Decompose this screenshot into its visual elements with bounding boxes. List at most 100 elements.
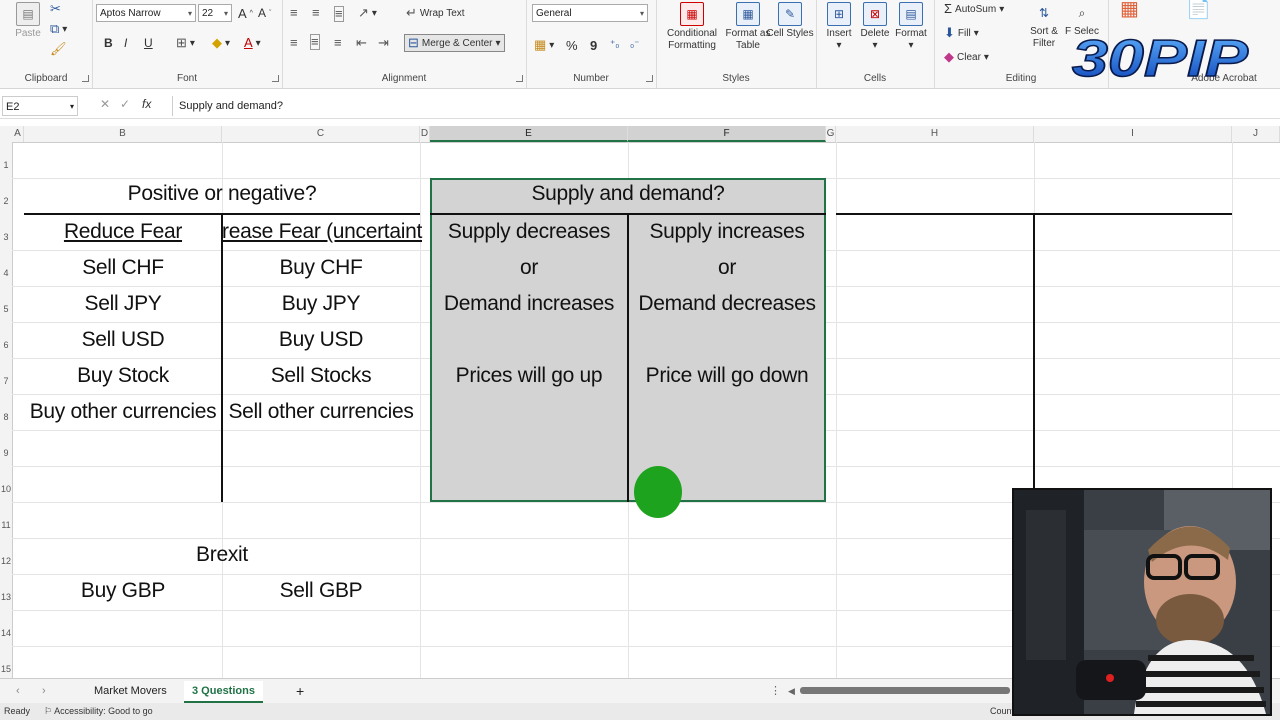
row-header[interactable]: 13 bbox=[0, 592, 12, 602]
clear-button[interactable]: ◆ Clear ▾ bbox=[944, 50, 989, 64]
decrease-decimal-icon[interactable]: ₀⁻ bbox=[630, 38, 639, 52]
cell-c13[interactable]: Sell GBP bbox=[222, 579, 420, 603]
row-header[interactable]: 5 bbox=[0, 304, 12, 314]
conditional-formatting-button[interactable]: ▦ Conditional Formatting bbox=[662, 2, 722, 52]
align-center-icon[interactable]: ≡ bbox=[310, 34, 320, 50]
cell-f5[interactable]: Demand decreases bbox=[628, 292, 826, 316]
cell-e5[interactable]: Demand increases bbox=[430, 292, 628, 316]
name-box[interactable]: E2 ▾ bbox=[2, 96, 78, 116]
italic-button[interactable]: I bbox=[124, 36, 127, 50]
cell-b3-header[interactable]: Reduce Fear bbox=[24, 220, 222, 244]
cell-e2-title[interactable]: Supply and demand? bbox=[430, 182, 826, 206]
cell-b2-title[interactable]: Positive or negative? bbox=[24, 182, 420, 206]
format-button[interactable]: ▤ Format ▾ bbox=[888, 2, 934, 52]
alignment-launcher-icon[interactable] bbox=[516, 75, 523, 82]
tab-3-questions[interactable]: 3 Questions bbox=[184, 681, 263, 703]
row-header[interactable]: 9 bbox=[0, 448, 12, 458]
paste-button[interactable]: ▤ Paste bbox=[2, 2, 54, 40]
tab-market-movers[interactable]: Market Movers bbox=[86, 681, 175, 701]
cell-b8[interactable]: Buy other currencies bbox=[24, 400, 222, 424]
row-header[interactable]: 4 bbox=[0, 268, 12, 278]
borders-icon[interactable]: ⊞ ▾ bbox=[176, 36, 195, 50]
cell-f7[interactable]: Price will go down bbox=[628, 364, 826, 388]
row-header[interactable]: 15 bbox=[0, 664, 12, 674]
add-sheet-button[interactable]: + bbox=[288, 681, 312, 701]
cancel-icon[interactable]: ✕ bbox=[100, 97, 110, 111]
cell-c5[interactable]: Buy JPY bbox=[222, 292, 420, 316]
shrink-font-button[interactable]: Aˇ bbox=[258, 6, 271, 20]
column-header[interactable]: G bbox=[826, 126, 836, 142]
increase-indent-icon[interactable]: ⇥ bbox=[378, 36, 389, 50]
format-painter-icon[interactable]: 🖌 bbox=[50, 42, 67, 56]
cell-b6[interactable]: Sell USD bbox=[24, 328, 222, 352]
row-header[interactable]: 3 bbox=[0, 232, 12, 242]
align-right-icon[interactable]: ≡ bbox=[334, 36, 342, 50]
percent-button[interactable]: % bbox=[566, 38, 578, 53]
cell-b5[interactable]: Sell JPY bbox=[24, 292, 222, 316]
cell-b12-brexit[interactable]: Brexit bbox=[24, 543, 420, 567]
column-header[interactable]: E bbox=[430, 126, 628, 142]
row-header[interactable]: 1 bbox=[0, 160, 12, 170]
align-left-icon[interactable]: ≡ bbox=[290, 36, 298, 50]
clipboard-launcher-icon[interactable] bbox=[82, 75, 89, 82]
cell-c4[interactable]: Buy CHF bbox=[222, 256, 420, 280]
row-header[interactable]: 7 bbox=[0, 376, 12, 386]
tab-scroll-right-icon[interactable]: › bbox=[34, 681, 54, 701]
enter-icon[interactable]: ✓ bbox=[120, 97, 130, 111]
column-header[interactable]: C bbox=[222, 126, 420, 142]
decrease-indent-icon[interactable]: ⇤ bbox=[356, 36, 367, 50]
cell-b4[interactable]: Sell CHF bbox=[24, 256, 222, 280]
column-header[interactable]: F bbox=[628, 126, 826, 142]
tab-scroll-left-icon[interactable]: ‹ bbox=[8, 681, 28, 701]
cell-styles-button[interactable]: ✎ Cell Styles bbox=[766, 2, 814, 40]
cell-c7[interactable]: Sell Stocks bbox=[222, 364, 420, 388]
row-header[interactable]: 11 bbox=[0, 520, 12, 530]
cell-f4[interactable]: or bbox=[628, 256, 826, 280]
grow-font-button[interactable]: A ^ bbox=[238, 6, 253, 21]
cell-e4[interactable]: or bbox=[430, 256, 628, 280]
align-middle-icon[interactable]: ≡ bbox=[312, 6, 320, 20]
row-header[interactable]: 14 bbox=[0, 628, 12, 638]
underline-button[interactable]: U bbox=[144, 36, 153, 50]
number-format-select[interactable]: General ▾ bbox=[532, 4, 648, 22]
row-header[interactable]: 6 bbox=[0, 340, 12, 350]
font-family-select[interactable]: Aptos Narrow ▾ bbox=[96, 4, 196, 22]
align-top-icon[interactable]: ≡ bbox=[290, 6, 298, 20]
increase-decimal-icon[interactable]: ⁺₀ bbox=[610, 38, 619, 52]
align-bottom-icon[interactable]: ≡ bbox=[334, 6, 344, 22]
row-header[interactable]: 12 bbox=[0, 556, 12, 566]
cell-b13[interactable]: Buy GBP bbox=[24, 579, 222, 603]
font-size-select[interactable]: 22 ▾ bbox=[198, 4, 232, 22]
autosum-button[interactable]: Σ AutoSum ▾ bbox=[944, 2, 1004, 16]
currency-icon[interactable]: ▦ ▾ bbox=[534, 38, 554, 52]
copy-icon[interactable]: ⧉ ▾ bbox=[50, 22, 67, 36]
comma-button[interactable]: 9 bbox=[590, 38, 597, 53]
fill-button[interactable]: ⬇ Fill ▾ bbox=[944, 26, 979, 40]
column-header[interactable]: I bbox=[1034, 126, 1232, 142]
column-header[interactable]: J bbox=[1232, 126, 1280, 142]
accessibility-status[interactable]: ⚐ Accessibility: Good to go bbox=[44, 703, 153, 720]
cell-c3-header[interactable]: rease Fear (uncertaint bbox=[222, 220, 430, 244]
column-header[interactable]: B bbox=[24, 126, 222, 142]
cell-c8[interactable]: Sell other currencies bbox=[222, 400, 420, 424]
cell-b7[interactable]: Buy Stock bbox=[24, 364, 222, 388]
orientation-icon[interactable]: ↗ ▾ bbox=[358, 6, 377, 20]
fill-color-icon[interactable]: ◆ ▾ bbox=[212, 36, 230, 50]
row-header[interactable]: 8 bbox=[0, 412, 12, 422]
cell-f3[interactable]: Supply increases bbox=[628, 220, 826, 244]
add-ins-icon[interactable]: ▦ bbox=[1120, 0, 1139, 19]
column-header[interactable]: H bbox=[836, 126, 1034, 142]
formula-input[interactable]: Supply and demand? bbox=[172, 96, 1276, 116]
insert-function-button[interactable]: fx bbox=[142, 97, 151, 111]
font-color-icon[interactable]: A ▾ bbox=[244, 36, 261, 50]
adobe-pdf-icon[interactable]: 📄 bbox=[1186, 0, 1211, 19]
cell-e3[interactable]: Supply decreases bbox=[430, 220, 628, 244]
column-header[interactable]: D bbox=[420, 126, 430, 142]
bold-button[interactable]: B bbox=[104, 36, 113, 50]
horizontal-scrollbar[interactable] bbox=[800, 687, 1010, 694]
column-header[interactable]: A bbox=[12, 126, 24, 142]
font-launcher-icon[interactable] bbox=[272, 75, 279, 82]
number-launcher-icon[interactable] bbox=[646, 75, 653, 82]
merge-center-button[interactable]: ⊟ Merge & Center ▾ bbox=[404, 34, 505, 52]
cell-c6[interactable]: Buy USD bbox=[222, 328, 420, 352]
